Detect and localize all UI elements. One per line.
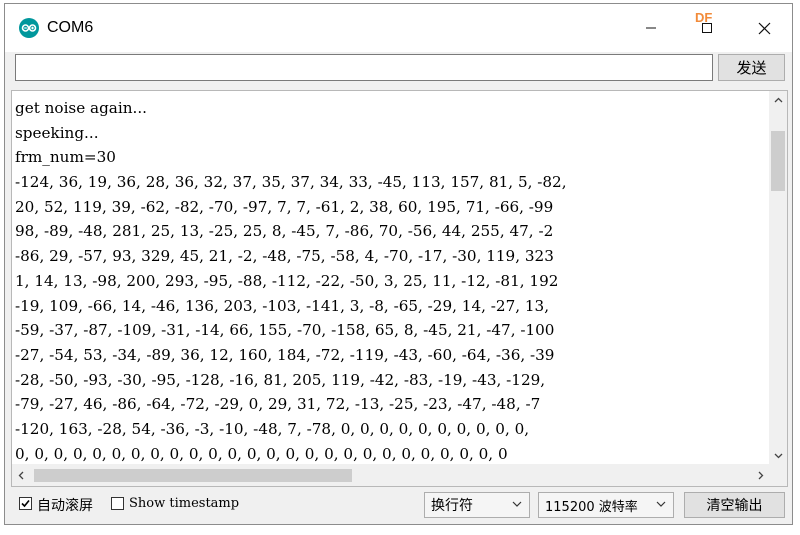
scroll-up-arrow-icon[interactable] [769,91,787,109]
output-line: frm_num=30 [15,148,116,167]
output-line: -28, -50, -93, -30, -95, -128, -16, 81, … [15,370,546,389]
autoscroll-checkbox[interactable] [19,497,32,510]
output-line: -59, -37, -87, -109, -31, -14, 66, 155, … [15,321,555,340]
minimize-button[interactable] [623,4,679,52]
window-title: COM6 [47,19,94,36]
title-bar[interactable]: COM6 DF [5,4,792,52]
send-button[interactable]: 发送 [718,54,785,81]
checkmark-icon [21,499,30,508]
output-line: speeking... [15,123,99,142]
show-timestamp-checkbox[interactable] [111,497,124,510]
scroll-down-arrow-icon[interactable] [769,447,787,465]
output-line: 20, 52, 119, 39, -62, -82, -70, -97, 7, … [15,197,554,216]
output-line: -27, -54, 53, -34, -89, 36, 12, 160, 184… [15,345,555,364]
output-text: get noise again... speeking... frm_num=30 -… [15,96,770,464]
chevron-down-icon [512,501,522,507]
vertical-scrollbar[interactable] [769,91,787,465]
horizontal-scrollbar[interactable] [12,464,770,486]
horizontal-scroll-thumb[interactable] [34,469,352,482]
baud-rate-select[interactable]: 115200 波特率 [538,492,674,518]
baud-rate-value: 115200 波特率 [545,499,638,515]
scrollbar-corner [769,464,787,486]
serial-output[interactable]: get noise again... speeking... frm_num=30 -… [11,90,788,487]
df-watermark: DF [695,10,713,25]
close-icon [758,22,770,34]
autoscroll-label: 自动滚屏 [37,498,93,514]
output-line: 0, 0, 0, 0, 0, 0, 0, 0, 0, 0, 0, 0, 0, 0… [15,444,508,463]
line-ending-select[interactable]: 换行符 [424,492,530,518]
output-line: -19, 109, -66, 14, -46, 136, 203, -103, … [15,296,550,315]
output-line: 1, 14, 13, -98, 200, 293, -95, -88, -112… [15,271,559,290]
close-button[interactable] [736,4,792,52]
scroll-left-arrow-icon[interactable] [12,464,30,486]
vertical-scroll-thumb[interactable] [771,131,785,191]
output-line: -120, 163, -28, 54, -36, -3, -10, -48, 7… [15,419,530,438]
output-line: 98, -89, -48, 281, 25, 13, -25, 25, 8, -… [15,222,554,241]
arduino-icon [19,18,39,38]
line-ending-value: 换行符 [431,498,473,514]
show-timestamp-label: Show timestamp [129,496,240,511]
output-line: get noise again... [15,99,147,117]
send-input[interactable] [15,54,713,81]
minimize-icon [646,27,656,29]
output-line: -79, -27, 46, -86, -64, -72, -29, 0, 29,… [15,395,541,414]
bottom-toolbar: 自动滚屏 Show timestamp 换行符 115200 波特率 清空输出 [5,487,792,524]
scroll-right-arrow-icon[interactable] [752,464,770,486]
serial-monitor-window: COM6 DF 发送 get noise again... speeking...… [4,3,793,525]
chevron-down-icon [656,501,666,507]
output-line: -86, 29, -57, 93, 329, 45, 21, -2, -48, … [15,247,554,266]
output-line: -124, 36, 19, 36, 28, 36, 32, 37, 35, 37… [15,173,567,192]
clear-output-button[interactable]: 清空输出 [684,492,785,518]
